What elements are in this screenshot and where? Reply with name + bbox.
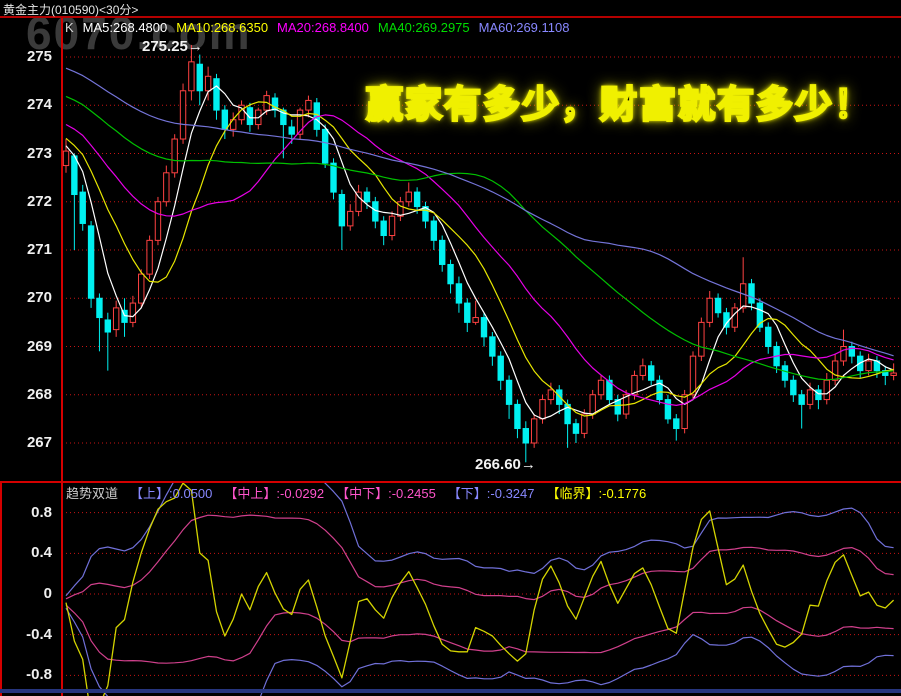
trading-app-window: 黄金主力(010590)<30分> 6070.com K MA5:268.4800… — [0, 0, 901, 696]
slogan-watermark: 赢家有多少，财富就有多少！ — [365, 83, 873, 127]
high-price-annotation: 275.25→ — [142, 38, 203, 55]
axis-tick-label: 269 — [26, 337, 52, 355]
legend-item: MA20:268.8400 — [277, 20, 369, 35]
legend-item: 【下】:-0.3247 — [447, 486, 535, 501]
legend-item: MA10:268.6350 — [176, 20, 269, 35]
axis-tick-label: 271 — [26, 241, 52, 258]
axis-tick-label: 0.8 — [31, 503, 52, 521]
axis-tick-label: 274 — [26, 96, 52, 114]
legend-item: 【上】:0.0500 — [130, 486, 213, 501]
window-bottom-edge — [0, 689, 901, 693]
axis-tick-label: -0.4 — [26, 625, 52, 643]
legend-item: MA60:269.1108 — [478, 20, 570, 35]
axis-tick-label: 273 — [26, 144, 52, 162]
legend-item: K — [65, 20, 74, 35]
axis-tick-label: 272 — [26, 192, 52, 210]
axis-tick-label: 0 — [43, 585, 52, 602]
legend-item: 趋势双道 — [66, 486, 119, 501]
axis-tick-label: 270 — [26, 289, 52, 307]
axis-tick-label: -0.8 — [26, 666, 52, 684]
trend-indicator-chart[interactable] — [0, 483, 901, 696]
legend-item: 【临界】:-0.1776 — [546, 486, 647, 501]
ma-legend: K MA5:268.4800 MA10:268.6350 MA20:268.8400 M… — [65, 20, 578, 35]
legend-item: 【中上】:-0.0292 — [224, 486, 325, 501]
axis-tick-label: 268 — [26, 385, 52, 403]
axis-tick-label: 267 — [26, 434, 52, 451]
axis-tick-label: 275 — [26, 48, 52, 65]
chart-title: 黄金主力(010590)<30分> — [3, 3, 139, 17]
trend-indicator-legend: 趋势双道 【上】:0.0500 【中上】:-0.0292 【中下】:-0.2455 【下… — [66, 483, 658, 502]
axis-tick-label: 0.4 — [31, 544, 52, 562]
legend-item: MA5:268.4800 — [82, 20, 168, 35]
legend-item: 【中下】:-0.2455 — [336, 486, 436, 501]
low-price-annotation: 266.60→ — [475, 456, 536, 473]
legend-item: MA40:269.2975 — [377, 20, 470, 35]
